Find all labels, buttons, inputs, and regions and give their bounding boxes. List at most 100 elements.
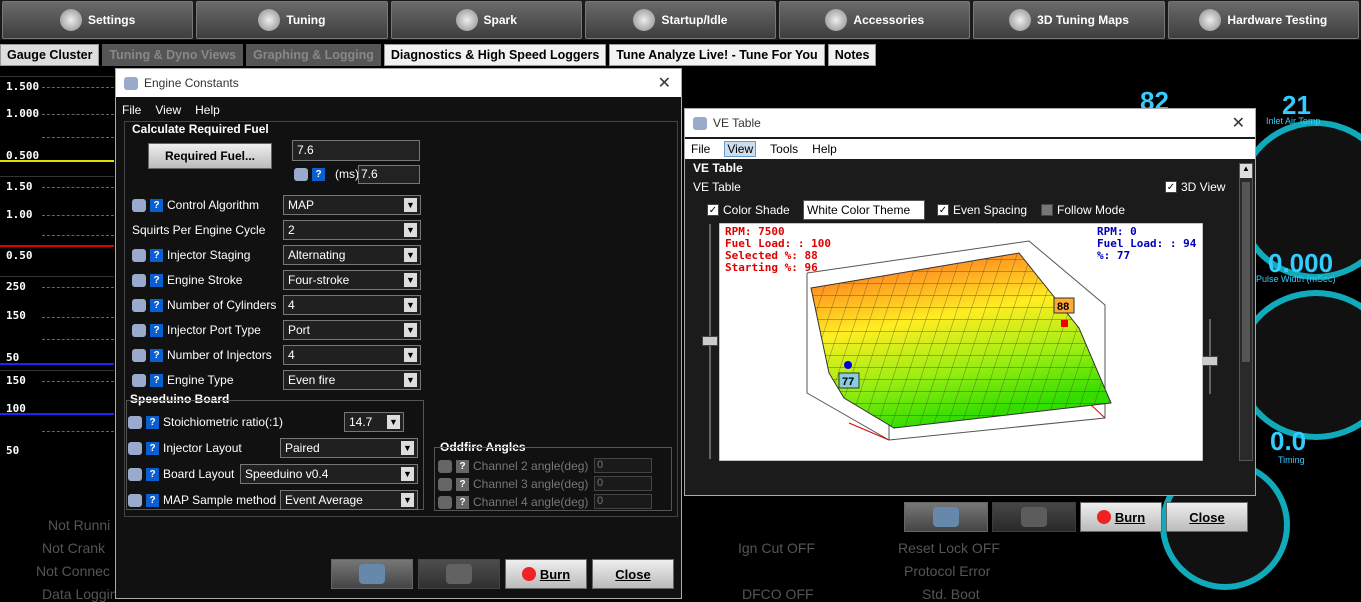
setting-select[interactable]: Paired ▼ (280, 438, 418, 458)
dialog-titlebar[interactable]: Engine Constants ✕ (116, 69, 681, 97)
follow-mode-toggle[interactable]: Follow Mode (1041, 203, 1125, 217)
menu-file[interactable]: File (122, 103, 141, 117)
info-icon[interactable] (132, 248, 146, 262)
help-icon[interactable]: ? (150, 323, 163, 337)
setting-select[interactable]: Port ▼ (283, 320, 421, 340)
close-icon[interactable]: ✕ (658, 73, 671, 93)
setting-select[interactable]: 2 ▼ (283, 220, 421, 240)
ve-undo-button[interactable] (904, 502, 988, 532)
color-shade-toggle[interactable]: ✓ Color Shade (707, 203, 790, 217)
setting-label: Injector Layout (163, 441, 242, 455)
close-icon[interactable]: ✕ (1232, 113, 1245, 133)
setting-select[interactable]: 4 ▼ (283, 295, 421, 315)
help-icon[interactable]: ? (146, 441, 159, 455)
burn-button[interactable]: Burn (505, 559, 587, 589)
toolbar-button-0[interactable]: Settings (2, 1, 194, 39)
undo-button[interactable] (331, 559, 413, 589)
ve-close-button[interactable]: Close (1166, 502, 1248, 532)
close-button[interactable]: Close (592, 559, 674, 589)
setting-select[interactable]: Even fire ▼ (283, 370, 421, 390)
toolbar-button-2[interactable]: Spark (390, 1, 582, 39)
setting-select[interactable]: 14.7 ▼ (344, 412, 404, 432)
scroll-up-icon[interactable]: ▲ (1240, 164, 1252, 178)
required-fuel-button[interactable]: Required Fuel... (148, 143, 272, 169)
help-icon[interactable]: ? (312, 167, 325, 181)
slider-thumb[interactable] (702, 336, 718, 346)
setting-row: ? Engine Stroke (132, 273, 242, 287)
menu-tools[interactable]: Tools (770, 142, 798, 156)
slider-thumb[interactable] (1202, 356, 1218, 366)
help-icon[interactable]: ? (150, 273, 163, 287)
info-icon (438, 495, 452, 509)
ve-redo-button[interactable] (992, 502, 1076, 532)
setting-row: ? MAP Sample method (128, 493, 276, 507)
view3d-toggle[interactable]: ✓ 3D View (1165, 180, 1225, 194)
even-spacing-toggle[interactable]: ✓ Even Spacing (937, 203, 1027, 217)
left-slider[interactable] (702, 224, 718, 459)
fire-icon (521, 567, 536, 581)
toolbar-button-4[interactable]: Accessories (779, 1, 971, 39)
theme-field[interactable]: White Color Theme (803, 200, 925, 220)
ve-3d-plot[interactable]: 88 77 RPM: 7500 Fuel Load: : 100 Selecte… (719, 223, 1203, 461)
axis-label: 150 (6, 374, 26, 387)
setting-select[interactable]: Event Average ▼ (280, 490, 418, 510)
setting-label: MAP Sample method (163, 493, 277, 507)
help-icon[interactable]: ? (150, 348, 163, 362)
menu-help[interactable]: Help (812, 142, 837, 156)
help-icon[interactable]: ? (150, 298, 163, 312)
info-icon[interactable] (128, 441, 142, 455)
oddfire-field: 0 (594, 494, 652, 509)
axis-label: 0.50 (6, 249, 33, 262)
info-icon[interactable] (132, 198, 146, 212)
redo-button[interactable] (418, 559, 500, 589)
tab-graphing-logging[interactable]: Graphing & Logging (246, 44, 381, 66)
tab-gauge-cluster[interactable]: Gauge Cluster (0, 44, 100, 66)
setting-select[interactable]: MAP ▼ (283, 195, 421, 215)
info-icon[interactable] (132, 373, 146, 387)
help-icon[interactable]: ? (146, 493, 159, 507)
setting-select[interactable]: Four-stroke ▼ (283, 270, 421, 290)
tab-notes[interactable]: Notes (827, 44, 877, 66)
checkbox-icon (1041, 204, 1053, 216)
toolbar-button-label: Settings (87, 13, 136, 27)
info-icon[interactable] (294, 167, 308, 181)
info-icon[interactable] (128, 415, 142, 429)
info-icon[interactable] (128, 467, 142, 481)
setting-select[interactable]: Speeduino v0.4 ▼ (240, 464, 418, 484)
help-icon[interactable]: ? (146, 467, 159, 481)
info-icon[interactable] (128, 493, 142, 507)
scroll-thumb[interactable] (1242, 182, 1250, 362)
tab-tuning-dyno[interactable]: Tuning & Dyno Views (102, 44, 244, 66)
help-icon[interactable]: ? (150, 373, 163, 387)
menu-view[interactable]: View (155, 103, 181, 117)
help-icon[interactable]: ? (150, 198, 163, 212)
toolbar-button-3[interactable]: Startup/Idle (584, 1, 777, 39)
menu-help[interactable]: Help (195, 103, 220, 117)
toolbar-button-1[interactable]: Tuning (196, 1, 388, 39)
tab-diagnostics[interactable]: Diagnostics & High Speed Loggers (383, 44, 607, 66)
right-slider[interactable] (1202, 319, 1218, 394)
toolbar-button-5[interactable]: 3D Tuning Maps (973, 1, 1165, 39)
wrench-icon (258, 9, 281, 31)
setting-select[interactable]: 4 ▼ (283, 345, 421, 365)
info-icon[interactable] (132, 273, 146, 287)
setting-value: 4 (288, 348, 295, 362)
tab-tune-analyze[interactable]: Tune Analyze Live! - Tune For You (609, 44, 825, 66)
toolbar-button-6[interactable]: Hardware Testing (1167, 1, 1359, 39)
menu-file[interactable]: File (691, 142, 710, 156)
menu-view[interactable]: View (724, 141, 757, 157)
setting-label: Injector Staging (167, 248, 251, 262)
undo-icon (359, 564, 385, 584)
info-icon[interactable] (132, 323, 146, 337)
required-fuel-field[interactable]: 7.6 (292, 140, 420, 161)
gauge-label-pw: Pulse Width (mSec) (1256, 274, 1336, 284)
scrollbar[interactable]: ▲ (1239, 163, 1253, 461)
info-icon[interactable] (132, 298, 146, 312)
help-icon[interactable]: ? (146, 415, 159, 429)
help-icon[interactable]: ? (150, 248, 163, 262)
info-icon[interactable] (132, 348, 146, 362)
oddfire-label: Channel 2 angle(deg) (473, 459, 589, 473)
setting-select[interactable]: Alternating ▼ (283, 245, 421, 265)
ve-burn-button[interactable]: Burn (1080, 502, 1162, 532)
ve-titlebar[interactable]: VE Table ✕ (685, 109, 1255, 137)
